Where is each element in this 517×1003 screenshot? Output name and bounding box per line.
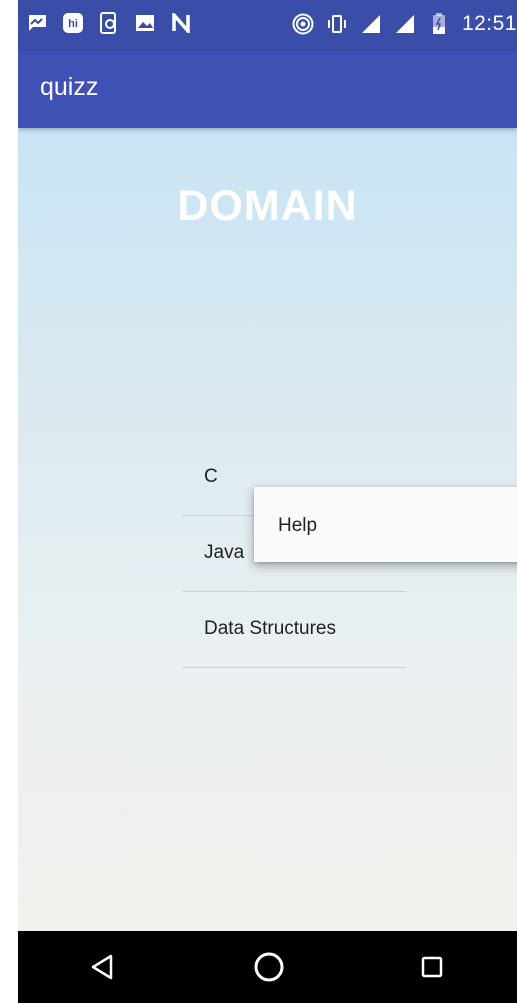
status-system-icons: 12:51: [292, 12, 517, 36]
overflow-popup-menu: Help: [254, 487, 517, 562]
signal-icon: [360, 13, 382, 35]
status-notification-icons: hi: [26, 12, 192, 34]
vibrate-icon: [326, 13, 348, 35]
signal-icon: [394, 13, 416, 35]
device-screen: hi 12:51 quizz DOMAIN C Java Data Struct…: [18, 0, 517, 1003]
image-icon: [134, 12, 156, 34]
message-icon: [26, 12, 48, 34]
navigation-bar: [18, 931, 517, 1003]
status-time: 12:51: [461, 12, 517, 35]
app-bar: quizz: [18, 51, 517, 128]
domain-label: C: [204, 466, 218, 487]
svg-text:hi: hi: [68, 18, 78, 30]
app-title: quizz: [40, 73, 99, 101]
recents-icon[interactable]: [412, 947, 452, 987]
menu-item-label: Help: [278, 515, 318, 536]
domain-label: Java: [204, 542, 245, 563]
page-heading: DOMAIN: [177, 182, 358, 230]
phone-sync-icon: [98, 12, 120, 34]
hotspot-icon: [292, 13, 314, 35]
back-icon[interactable]: [82, 947, 122, 987]
battery-icon: [428, 13, 450, 35]
home-icon[interactable]: [249, 947, 289, 987]
status-bar: hi 12:51: [18, 0, 517, 51]
n-logo-icon: [170, 12, 192, 34]
domain-label: Data Structures: [204, 618, 336, 639]
domain-item-data-structures[interactable]: Data Structures: [182, 592, 406, 668]
menu-item-help[interactable]: Help: [254, 487, 517, 562]
hike-icon: hi: [62, 12, 84, 34]
